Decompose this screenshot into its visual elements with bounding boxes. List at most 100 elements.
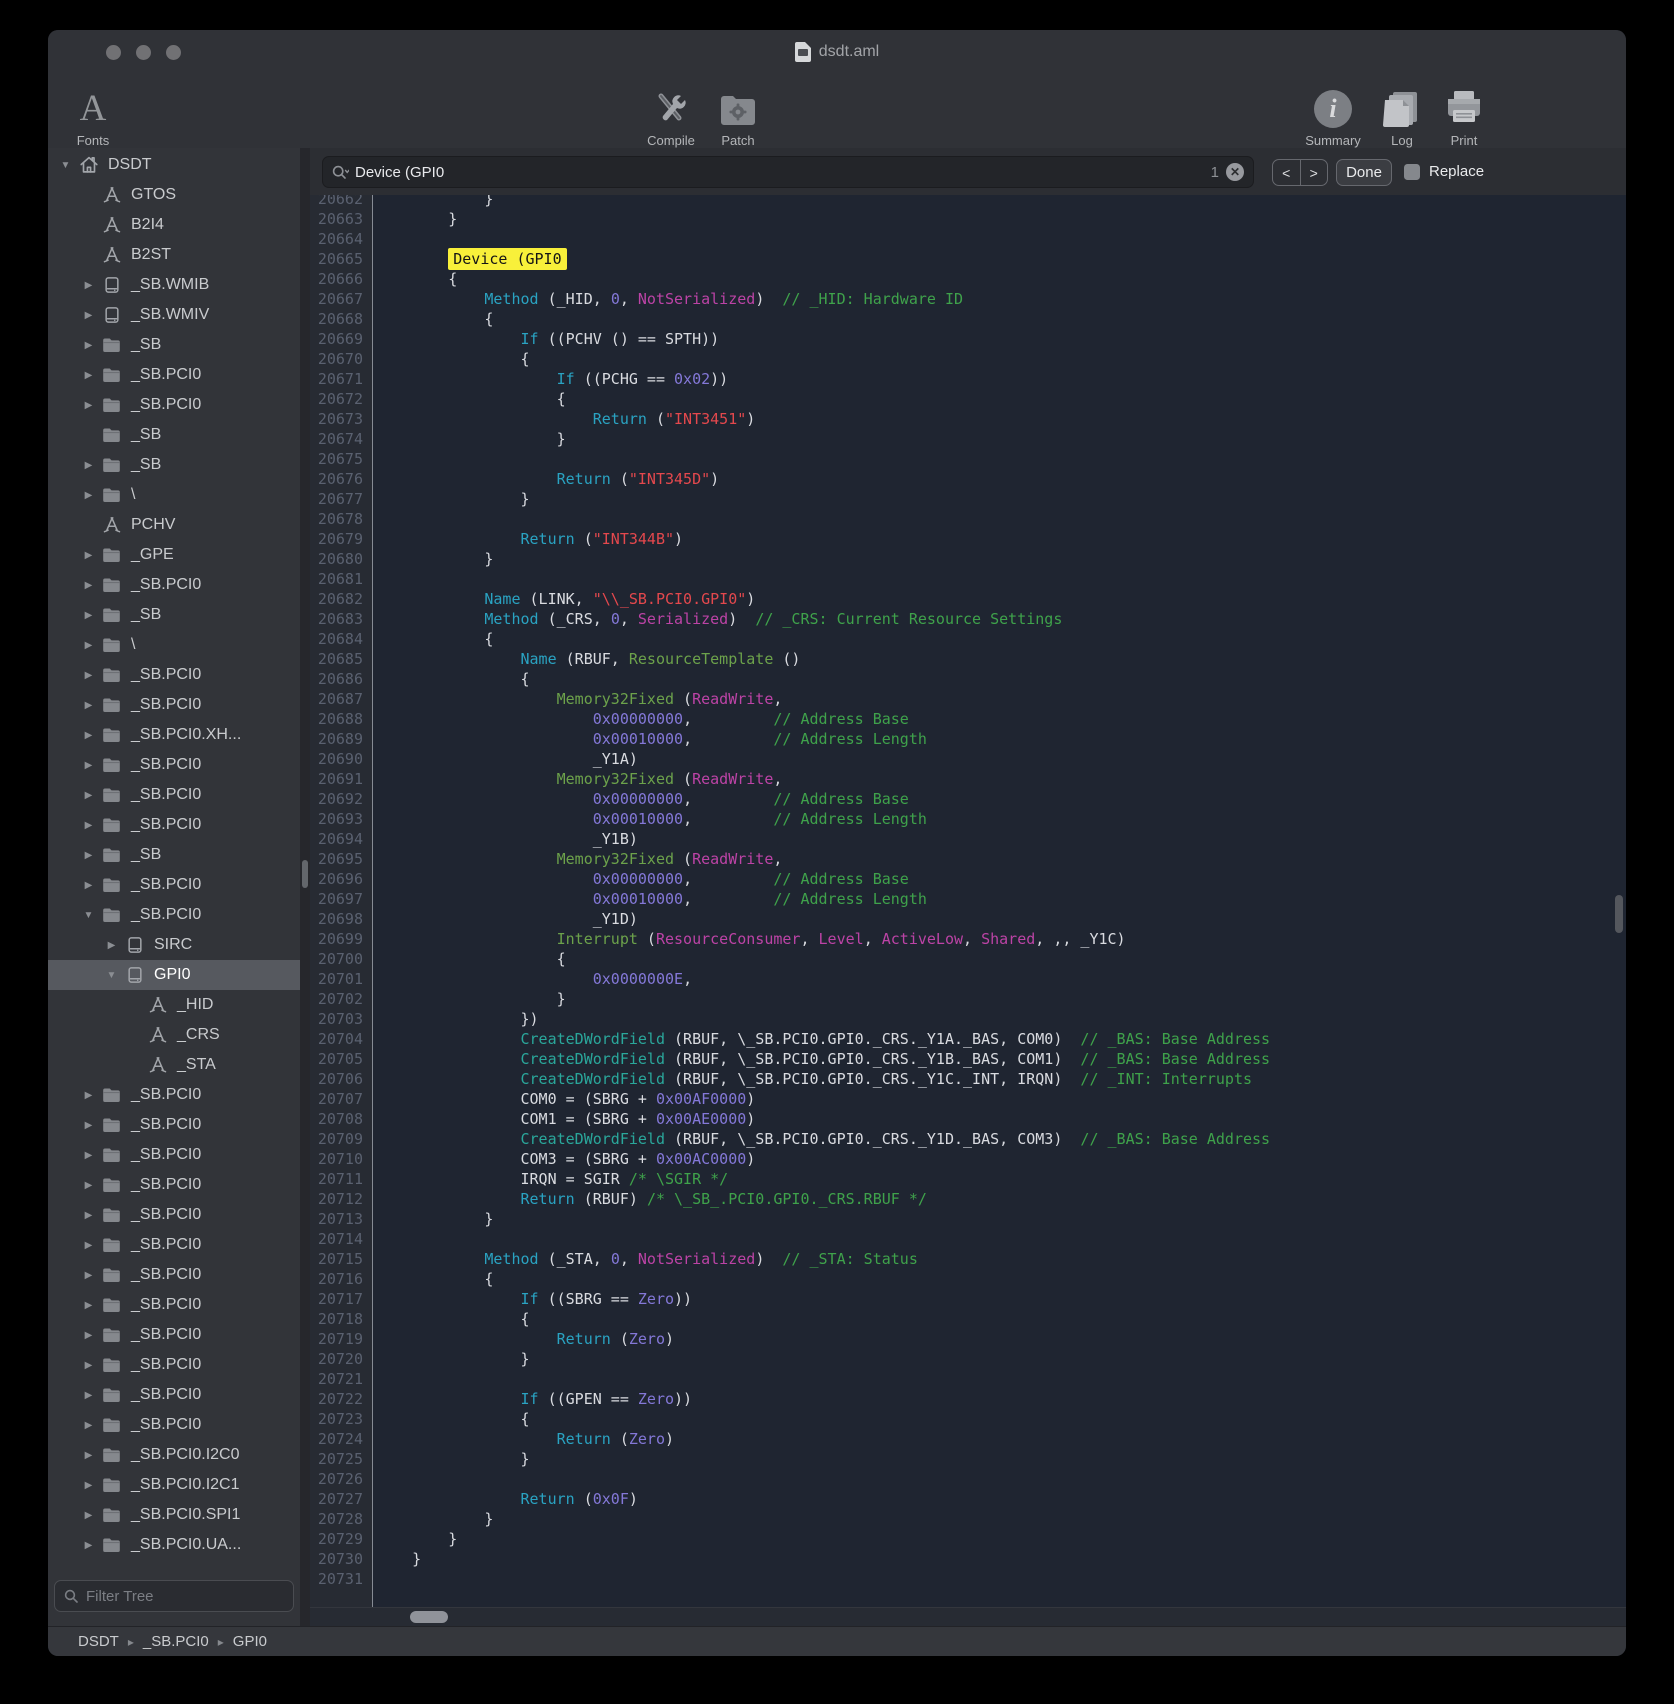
tree-item[interactable]: ▶SIRC <box>48 930 300 960</box>
tree-item[interactable]: ▼GPI0 <box>48 960 300 990</box>
disclosure-triangle-icon[interactable]: ▶ <box>79 1240 98 1251</box>
tree-item[interactable]: ▶_SB.PCI0 <box>48 1200 300 1230</box>
log-button[interactable]: Log <box>1376 88 1428 148</box>
disclosure-triangle-icon[interactable]: ▶ <box>79 880 98 891</box>
tree-item[interactable]: ▶_SB.PCI0.I2C0 <box>48 1440 300 1470</box>
tree-item[interactable]: ▶_SB.PCI0 <box>48 1350 300 1380</box>
disclosure-triangle-icon[interactable]: ▶ <box>79 670 98 681</box>
breadcrumb-item-scope[interactable]: _SB.PCI0 <box>143 1633 209 1650</box>
disclosure-triangle-icon[interactable]: ▼ <box>79 910 98 921</box>
tree-item[interactable]: ▶_SB.PCI0.SPI1 <box>48 1500 300 1530</box>
tree-item[interactable]: ▶\ <box>48 630 300 660</box>
tree-item[interactable]: ▶_SB.PCI0 <box>48 750 300 780</box>
compile-button[interactable]: Compile <box>636 88 706 148</box>
tree-item[interactable]: ▶_SB.PCI0 <box>48 360 300 390</box>
disclosure-triangle-icon[interactable]: ▶ <box>79 610 98 621</box>
fonts-button[interactable]: A Fonts <box>60 88 126 148</box>
disclosure-triangle-icon[interactable]: ▶ <box>79 1270 98 1281</box>
disclosure-triangle-icon[interactable]: ▶ <box>79 700 98 711</box>
disclosure-triangle-icon[interactable]: ▶ <box>79 790 98 801</box>
splitter-handle-icon[interactable] <box>302 860 308 888</box>
breadcrumb-item-dsdt[interactable]: DSDT <box>78 1633 119 1650</box>
pane-divider[interactable] <box>300 148 310 1626</box>
disclosure-triangle-icon[interactable]: ▶ <box>79 760 98 771</box>
print-button[interactable]: Print <box>1436 88 1492 148</box>
tree-item[interactable]: ▶_SB.PCI0 <box>48 1170 300 1200</box>
tree-item[interactable]: B2ST <box>48 240 300 270</box>
tree-item[interactable]: ▶_SB.PCI0.UA... <box>48 1530 300 1560</box>
tree-item[interactable]: ▶_SB.PCI0 <box>48 660 300 690</box>
disclosure-triangle-icon[interactable]: ▶ <box>102 940 121 951</box>
tree-item[interactable]: ▶_SB <box>48 600 300 630</box>
disclosure-triangle-icon[interactable]: ▶ <box>79 1420 98 1431</box>
find-input[interactable] <box>355 164 1253 181</box>
tree-item[interactable]: ▶_SB.PCI0 <box>48 1230 300 1260</box>
tree-item[interactable]: ▶_SB <box>48 330 300 360</box>
disclosure-triangle-icon[interactable]: ▶ <box>79 1360 98 1371</box>
disclosure-triangle-icon[interactable]: ▶ <box>79 1180 98 1191</box>
disclosure-triangle-icon[interactable]: ▶ <box>79 1540 98 1551</box>
tree-item[interactable]: ▼DSDT <box>48 150 300 180</box>
tree-item[interactable]: ▶_SB.PCI0 <box>48 1080 300 1110</box>
tree-item[interactable]: ▼_SB.PCI0 <box>48 900 300 930</box>
clear-search-icon[interactable]: ✕ <box>1226 163 1244 181</box>
disclosure-triangle-icon[interactable]: ▶ <box>79 850 98 861</box>
disclosure-triangle-icon[interactable]: ▶ <box>79 550 98 561</box>
disclosure-triangle-icon[interactable]: ▼ <box>56 160 75 171</box>
disclosure-triangle-icon[interactable]: ▼ <box>102 970 121 981</box>
tree-item[interactable]: ▶_SB.PCI0 <box>48 1320 300 1350</box>
tree-item[interactable]: ▶_GPE <box>48 540 300 570</box>
find-field[interactable]: 1 ✕ <box>322 156 1254 188</box>
disclosure-triangle-icon[interactable]: ▶ <box>79 400 98 411</box>
disclosure-triangle-icon[interactable]: ▶ <box>79 820 98 831</box>
disclosure-triangle-icon[interactable]: ▶ <box>79 1090 98 1101</box>
tree-item[interactable]: ▶_SB.WMIV <box>48 300 300 330</box>
disclosure-triangle-icon[interactable]: ▶ <box>79 340 98 351</box>
horizontal-scrollbar-thumb[interactable] <box>410 1611 448 1623</box>
find-previous-button[interactable]: < <box>1273 160 1301 185</box>
disclosure-triangle-icon[interactable]: ▶ <box>79 460 98 471</box>
tree-item[interactable]: ▶_SB.PCI0 <box>48 570 300 600</box>
tree-item[interactable]: ▶_SB.PCI0 <box>48 1410 300 1440</box>
filter-tree-field[interactable] <box>54 1580 294 1612</box>
tree-item[interactable]: ▶\ <box>48 480 300 510</box>
disclosure-triangle-icon[interactable]: ▶ <box>79 1300 98 1311</box>
disclosure-triangle-icon[interactable]: ▶ <box>79 1330 98 1341</box>
tree-item[interactable]: _CRS <box>48 1020 300 1050</box>
tree-item[interactable]: PCHV <box>48 510 300 540</box>
patch-button[interactable]: Patch <box>708 88 768 148</box>
tree-item[interactable]: ▶_SB.PCI0.I2C1 <box>48 1470 300 1500</box>
vertical-scrollbar-thumb[interactable] <box>1615 895 1623 933</box>
tree-item[interactable]: ▶_SB.PCI0 <box>48 390 300 420</box>
tree-item[interactable]: ▶_SB.PCI0 <box>48 870 300 900</box>
tree-item[interactable]: ▶_SB.PCI0 <box>48 810 300 840</box>
disclosure-triangle-icon[interactable]: ▶ <box>79 1150 98 1161</box>
disclosure-triangle-icon[interactable]: ▶ <box>79 1480 98 1491</box>
filter-tree-input[interactable] <box>84 1587 293 1606</box>
code-editor[interactable]: 2066220663206642066520666206672066820669… <box>310 195 1626 1626</box>
done-button[interactable]: Done <box>1336 159 1392 186</box>
tree-item[interactable]: ▶_SB.PCI0 <box>48 690 300 720</box>
tree-item[interactable]: ▶_SB <box>48 450 300 480</box>
tree-item[interactable]: _STA <box>48 1050 300 1080</box>
disclosure-triangle-icon[interactable]: ▶ <box>79 580 98 591</box>
disclosure-triangle-icon[interactable]: ▶ <box>79 1390 98 1401</box>
tree-item[interactable]: ▶_SB.PCI0 <box>48 780 300 810</box>
tree-item[interactable]: ▶_SB.PCI0 <box>48 1110 300 1140</box>
disclosure-triangle-icon[interactable]: ▶ <box>79 1510 98 1521</box>
tree-item[interactable]: ▶_SB.PCI0.XH... <box>48 720 300 750</box>
tree-item[interactable]: ▶_SB.PCI0 <box>48 1260 300 1290</box>
tree-item[interactable]: ▶_SB.PCI0 <box>48 1290 300 1320</box>
tree-item[interactable]: B2I4 <box>48 210 300 240</box>
replace-checkbox[interactable] <box>1404 164 1420 180</box>
disclosure-triangle-icon[interactable]: ▶ <box>79 1120 98 1131</box>
tree-item[interactable]: ▶_SB.PCI0 <box>48 1140 300 1170</box>
tree-item[interactable]: ▶_SB.WMIB <box>48 270 300 300</box>
tree-item[interactable]: _HID <box>48 990 300 1020</box>
find-next-button[interactable]: > <box>1301 160 1328 185</box>
tree-item[interactable]: ▶_SB.PCI0 <box>48 1380 300 1410</box>
disclosure-triangle-icon[interactable]: ▶ <box>79 310 98 321</box>
tree-item[interactable]: GTOS <box>48 180 300 210</box>
summary-button[interactable]: i Summary <box>1296 88 1370 148</box>
disclosure-triangle-icon[interactable]: ▶ <box>79 280 98 291</box>
